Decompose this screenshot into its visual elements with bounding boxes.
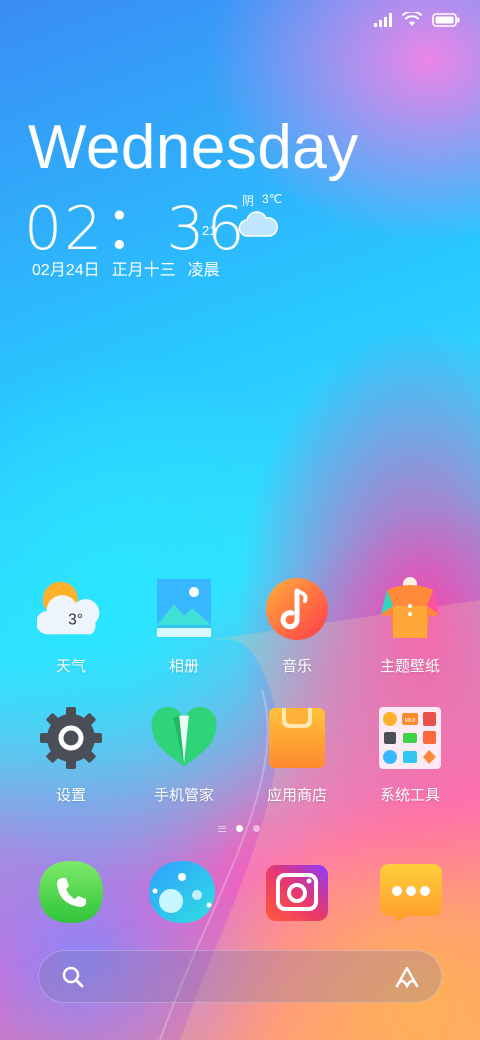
cloud-icon bbox=[238, 211, 278, 237]
tools-folder-icon: MIUI bbox=[376, 704, 444, 772]
dock-messages[interactable] bbox=[375, 856, 447, 928]
time-period: 凌晨 bbox=[187, 262, 220, 279]
weather-temp: 3℃ bbox=[262, 192, 283, 206]
camera-icon bbox=[266, 865, 328, 921]
app-store-icon bbox=[263, 704, 331, 772]
signal-icon bbox=[374, 12, 392, 27]
battery-icon bbox=[432, 12, 460, 27]
status-bar bbox=[374, 12, 460, 27]
dock-phone[interactable] bbox=[35, 856, 107, 928]
wifi-icon bbox=[402, 12, 422, 26]
page-dot-active bbox=[236, 825, 243, 832]
page-dot bbox=[253, 825, 260, 832]
app-weather[interactable]: 3° 天气 bbox=[21, 575, 121, 676]
clock-seconds: 21 bbox=[202, 223, 217, 238]
app-security[interactable]: 手机管家 bbox=[134, 704, 234, 805]
browser-icon bbox=[149, 861, 215, 923]
music-icon bbox=[263, 575, 331, 643]
app-gallery[interactable]: 相册 bbox=[134, 575, 234, 676]
app-label: 主题壁纸 bbox=[379, 658, 440, 675]
weather-icon: 3° bbox=[37, 575, 105, 643]
weather-condition: 阴 bbox=[242, 194, 255, 208]
messages-icon bbox=[380, 864, 442, 922]
weather-badge: 3° bbox=[68, 612, 83, 629]
dock-camera[interactable] bbox=[261, 856, 333, 928]
page-menu-indicator bbox=[218, 825, 226, 832]
page-indicator[interactable] bbox=[218, 825, 260, 832]
day-of-week[interactable]: Wednesday bbox=[28, 112, 359, 183]
lunar-date: 正月十三 bbox=[111, 262, 176, 279]
security-icon bbox=[150, 704, 218, 772]
gallery-icon bbox=[150, 575, 218, 643]
folder-system-tools[interactable]: MIUI 系统工具 bbox=[360, 704, 460, 805]
settings-icon bbox=[37, 704, 105, 772]
search-bar[interactable] bbox=[38, 950, 442, 1003]
dock-browser[interactable] bbox=[146, 856, 218, 928]
app-label: 系统工具 bbox=[379, 787, 440, 804]
app-label: 天气 bbox=[55, 658, 86, 675]
app-themes[interactable]: 主题壁纸 bbox=[360, 575, 460, 676]
app-label: 相册 bbox=[168, 658, 199, 675]
search-icon[interactable] bbox=[61, 965, 85, 989]
date-text: 02月24日 bbox=[32, 262, 100, 279]
phone-icon bbox=[39, 861, 103, 923]
app-label: 设置 bbox=[55, 787, 86, 804]
weather-summary[interactable]: 阴 3℃ bbox=[242, 192, 282, 209]
app-label: 手机管家 bbox=[153, 787, 214, 804]
app-label: 音乐 bbox=[281, 658, 312, 675]
app-label: 应用商店 bbox=[266, 787, 327, 804]
app-store[interactable]: 应用商店 bbox=[247, 704, 347, 805]
date-line: 02月24日 正月十三 凌晨 bbox=[32, 256, 220, 280]
assistant-icon[interactable] bbox=[393, 964, 421, 990]
app-settings[interactable]: 设置 bbox=[21, 704, 121, 805]
app-music[interactable]: 音乐 bbox=[247, 575, 347, 676]
themes-icon bbox=[376, 575, 444, 643]
folder-badge: MIUI bbox=[405, 718, 416, 724]
